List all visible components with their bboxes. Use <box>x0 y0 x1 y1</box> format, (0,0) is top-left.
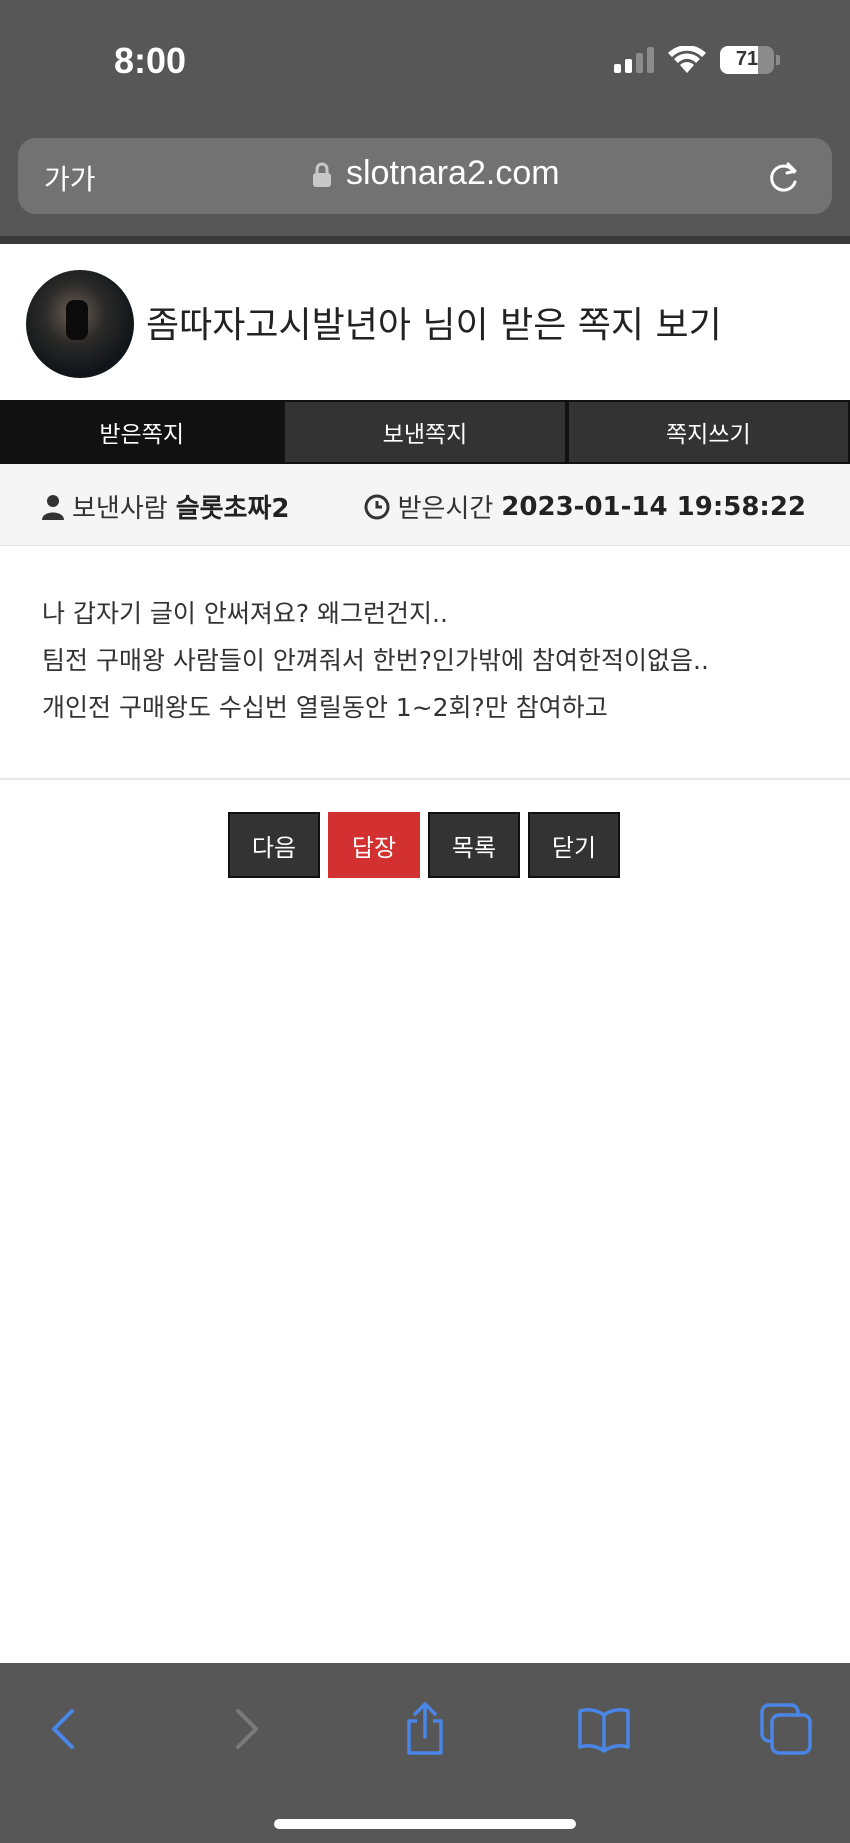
clock-icon <box>364 494 390 519</box>
time-value: 2023-01-14 19:58:22 <box>501 491 806 522</box>
text-size-button[interactable]: 가가 <box>44 158 96 198</box>
avatar <box>26 270 134 378</box>
page-header: 좀따자고시발년아 님이 받은 쪽지 보기 <box>0 244 850 400</box>
cellular-signal-icon <box>614 47 654 73</box>
status-icons: 71 <box>614 46 780 74</box>
bookmarks-icon[interactable] <box>576 1701 632 1757</box>
message-actions: 다음 답장 목록 닫기 <box>228 812 620 878</box>
message-line: 나 갑자기 글이 안써져요? 왜그런건지.. <box>42 599 448 628</box>
reload-icon[interactable] <box>764 158 802 196</box>
sender-label: 보낸사람 <box>72 494 168 524</box>
browser-top-chrome: 8:00 71 가가 slotnara2.com <box>0 0 850 244</box>
tab-sent[interactable]: 보낸쪽지 <box>283 400 567 464</box>
chrome-divider <box>0 236 850 244</box>
list-button[interactable]: 목록 <box>428 812 520 878</box>
forward-icon[interactable] <box>218 1701 274 1757</box>
page-title: 좀따자고시발년아 님이 받은 쪽지 보기 <box>146 305 722 346</box>
sender-name[interactable]: 슬롯초짜2 <box>176 488 290 525</box>
tab-compose[interactable]: 쪽지쓰기 <box>566 400 850 464</box>
battery-tip <box>776 55 780 65</box>
message-meta: 보낸사람 슬롯초짜2 받은시간 2023-01-14 19:58:22 <box>0 464 850 546</box>
message-tabs: 받은쪽지 보낸쪽지 쪽지쓰기 <box>0 400 850 464</box>
message-body: 나 갑자기 글이 안써져요? 왜그런건지.. 팀전 구매왕 사람들이 안껴줘서 … <box>42 590 832 731</box>
status-time: 8:00 <box>114 40 187 81</box>
tabs-icon[interactable] <box>758 1701 814 1757</box>
sender-info: 보낸사람 슬롯초짜2 <box>42 488 289 525</box>
time-label: 받은시간 <box>397 494 494 524</box>
battery-percent: 71 <box>735 48 759 70</box>
lock-icon <box>313 162 331 187</box>
tab-received[interactable]: 받은쪽지 <box>0 400 284 464</box>
browser-bottom-toolbar <box>0 1663 850 1843</box>
next-button[interactable]: 다음 <box>228 812 320 878</box>
home-indicator <box>274 1819 576 1829</box>
message-line: 팀전 구매왕 사람들이 안껴줘서 한번?인가밖에 참여한적이없음.. <box>42 646 709 675</box>
url-text[interactable]: slotnara2.com <box>346 154 560 193</box>
divider <box>0 778 850 780</box>
message-line: 개인전 구매왕도 수십번 열릴동안 1~2회?만 참여하고 <box>42 693 608 722</box>
back-icon[interactable] <box>36 1701 92 1757</box>
share-icon[interactable] <box>397 1701 453 1757</box>
message-view-page: 좀따자고시발년아 님이 받은 쪽지 보기 받은쪽지 보낸쪽지 쪽지쓰기 보낸사람… <box>0 244 850 878</box>
address-bar[interactable]: 가가 slotnara2.com <box>18 138 832 214</box>
user-icon <box>42 494 64 520</box>
wifi-icon <box>668 46 706 73</box>
reply-button[interactable]: 답장 <box>328 812 420 878</box>
battery-icon: 71 <box>720 46 774 74</box>
received-time-info: 받은시간 2023-01-14 19:58:22 <box>364 488 806 525</box>
close-button[interactable]: 닫기 <box>528 812 620 878</box>
